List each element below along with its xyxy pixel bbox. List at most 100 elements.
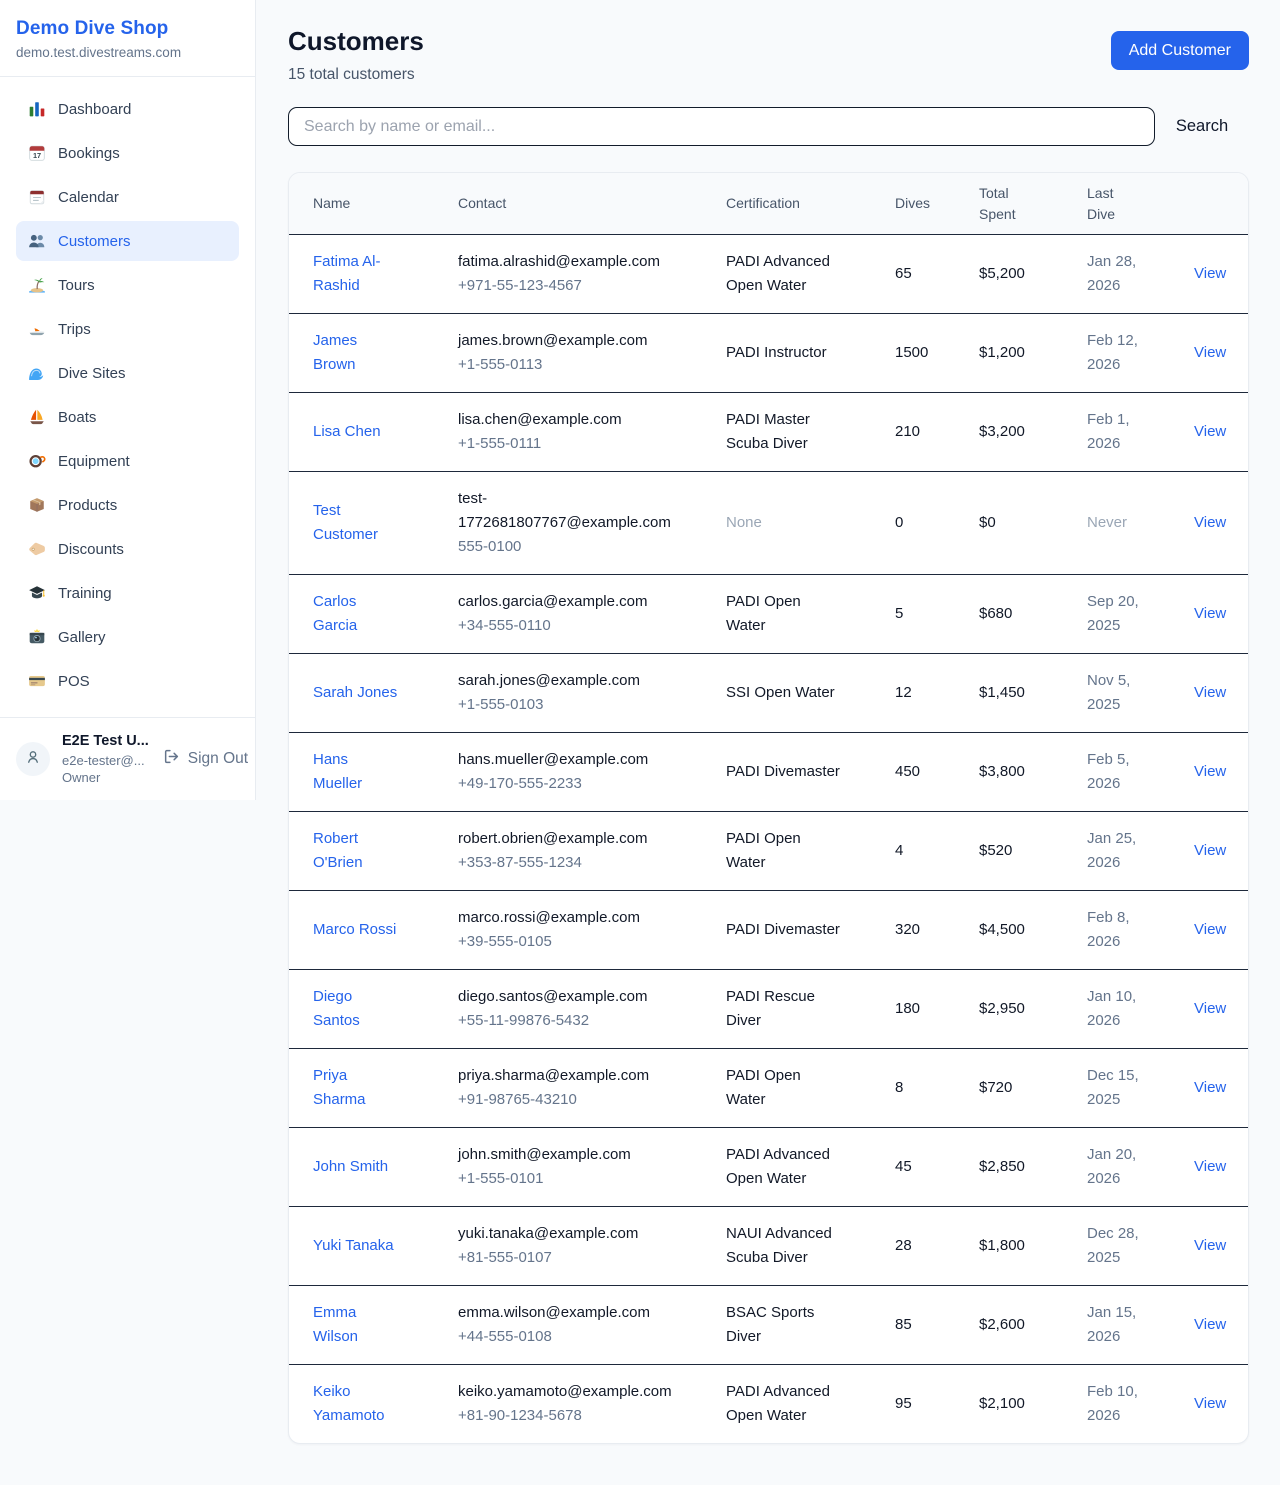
customer-dives: 1500: [895, 341, 979, 365]
add-customer-button[interactable]: Add Customer: [1111, 31, 1249, 70]
customer-name-link[interactable]: James Brown: [313, 329, 399, 377]
customer-total-spent: $3,200: [979, 420, 1087, 444]
customer-email: fatima.alrashid@example.com: [458, 250, 674, 274]
customer-phone: +49-170-555-2233: [458, 772, 726, 796]
customer-certification: PADI Advanced Open Water: [726, 250, 842, 298]
customer-total-spent: $520: [979, 839, 1087, 863]
table-row: Emma Wilson emma.wilson@example.com +44-…: [289, 1286, 1248, 1365]
speedboat-icon: [28, 320, 46, 338]
user-email: e2e-tester@...: [62, 752, 149, 770]
table-row: Priya Sharma priya.sharma@example.com +9…: [289, 1049, 1248, 1128]
customer-email: carlos.garcia@example.com: [458, 590, 674, 614]
customer-name-link[interactable]: Hans Mueller: [313, 748, 399, 796]
customer-name-link[interactable]: Diego Santos: [313, 985, 399, 1033]
view-customer-link[interactable]: View: [1194, 605, 1226, 622]
customer-dives: 210: [895, 420, 979, 444]
customer-name-link[interactable]: Marco Rossi: [313, 918, 396, 942]
sidebar-item-bookings[interactable]: 17 Bookings: [16, 133, 239, 173]
customer-name-link[interactable]: Sarah Jones: [313, 681, 397, 705]
customer-name-link[interactable]: Priya Sharma: [313, 1064, 399, 1112]
customer-dives: 5: [895, 602, 979, 626]
sidebar-item-training[interactable]: Training: [16, 573, 239, 613]
customer-name-link[interactable]: Fatima Al-Rashid: [313, 250, 399, 298]
customer-dives: 65: [895, 262, 979, 286]
view-customer-link[interactable]: View: [1194, 684, 1226, 701]
sidebar-item-dashboard[interactable]: Dashboard: [16, 89, 239, 129]
col-header-contact: Contact: [458, 193, 726, 214]
desert-island-icon: [28, 276, 46, 294]
sidebar-item-customers[interactable]: Customers: [16, 221, 239, 261]
view-customer-link[interactable]: View: [1194, 344, 1226, 361]
customer-last-dive: Nov 5, 2025: [1087, 669, 1147, 717]
customer-name-link[interactable]: Test Customer: [313, 499, 399, 547]
customer-dives: 0: [895, 511, 979, 535]
sign-out-button[interactable]: Sign Out: [163, 748, 248, 770]
sidebar-item-discounts[interactable]: Discounts: [16, 529, 239, 569]
customer-last-dive: Dec 28, 2025: [1087, 1222, 1147, 1270]
package-icon: [28, 496, 46, 514]
table-row: Test Customer test-1772681807767@example…: [289, 472, 1248, 575]
sidebar-item-boats[interactable]: Boats: [16, 397, 239, 437]
shop-domain: demo.test.divestreams.com: [16, 45, 239, 60]
view-customer-link[interactable]: View: [1194, 1237, 1226, 1254]
customer-name-link[interactable]: Yuki Tanaka: [313, 1234, 394, 1258]
customer-certification: NAUI Advanced Scuba Diver: [726, 1222, 842, 1270]
customer-total-spent: $4,500: [979, 918, 1087, 942]
view-customer-link[interactable]: View: [1194, 921, 1226, 938]
view-customer-link[interactable]: View: [1194, 1079, 1226, 1096]
search-button[interactable]: Search: [1155, 117, 1249, 136]
table-row: Marco Rossi marco.rossi@example.com +39-…: [289, 891, 1248, 970]
sidebar-item-gallery[interactable]: Gallery: [16, 617, 239, 657]
user-avatar: [16, 742, 50, 776]
view-customer-link[interactable]: View: [1194, 1395, 1226, 1412]
sidebar-item-calendar[interactable]: Calendar: [16, 177, 239, 217]
customer-certification: PADI Advanced Open Water: [726, 1143, 842, 1191]
sidebar-item-equipment[interactable]: Equipment: [16, 441, 239, 481]
view-customer-link[interactable]: View: [1194, 1316, 1226, 1333]
customer-total-spent: $2,850: [979, 1155, 1087, 1179]
view-customer-link[interactable]: View: [1194, 763, 1226, 780]
table-row: Sarah Jones sarah.jones@example.com +1-5…: [289, 654, 1248, 733]
svg-text:17: 17: [33, 151, 41, 160]
table-header-row: Name Contact Certification Dives Total S…: [289, 173, 1248, 235]
customer-name-link[interactable]: Carlos Garcia: [313, 590, 399, 638]
page-header: Customers 15 total customers Add Custome…: [288, 26, 1249, 84]
customer-last-dive: Feb 12, 2026: [1087, 329, 1147, 377]
sidebar: Demo Dive Shop demo.test.divestreams.com…: [0, 0, 256, 800]
customer-email: emma.wilson@example.com: [458, 1301, 674, 1325]
customer-name-link[interactable]: Robert O'Brien: [313, 827, 399, 875]
customer-name-link[interactable]: Emma Wilson: [313, 1301, 399, 1349]
view-customer-link[interactable]: View: [1194, 1158, 1226, 1175]
sidebar-item-pos[interactable]: POS: [16, 661, 239, 701]
customer-total-spent: $2,600: [979, 1313, 1087, 1337]
customer-name-link[interactable]: Lisa Chen: [313, 420, 381, 444]
customer-last-dive: Jan 15, 2026: [1087, 1301, 1147, 1349]
col-header-name: Name: [313, 193, 458, 214]
customer-email: yuki.tanaka@example.com: [458, 1222, 674, 1246]
customer-dives: 450: [895, 760, 979, 784]
sidebar-item-trips[interactable]: Trips: [16, 309, 239, 349]
customer-last-dive: Never: [1087, 511, 1127, 535]
customer-name-link[interactable]: Keiko Yamamoto: [313, 1380, 399, 1428]
customer-email: lisa.chen@example.com: [458, 408, 674, 432]
customer-last-dive: Feb 8, 2026: [1087, 906, 1147, 954]
view-customer-link[interactable]: View: [1194, 423, 1226, 440]
people-icon: [28, 232, 46, 250]
credit-card-icon: [28, 672, 46, 690]
customer-phone: +1-555-0101: [458, 1167, 726, 1191]
search-input[interactable]: [288, 107, 1155, 146]
sidebar-item-products[interactable]: Products: [16, 485, 239, 525]
customer-certification: PADI Master Scuba Diver: [726, 408, 842, 456]
table-row: Keiko Yamamoto keiko.yamamoto@example.co…: [289, 1365, 1248, 1443]
view-customer-link[interactable]: View: [1194, 842, 1226, 859]
sidebar-item-tours[interactable]: Tours: [16, 265, 239, 305]
table-row: Yuki Tanaka yuki.tanaka@example.com +81-…: [289, 1207, 1248, 1286]
view-customer-link[interactable]: View: [1194, 514, 1226, 531]
customer-name-link[interactable]: John Smith: [313, 1155, 388, 1179]
view-customer-link[interactable]: View: [1194, 1000, 1226, 1017]
customer-last-dive: Sep 20, 2025: [1087, 590, 1147, 638]
customer-phone: +1-555-0113: [458, 353, 726, 377]
view-customer-link[interactable]: View: [1194, 265, 1226, 282]
customer-last-dive: Dec 15, 2025: [1087, 1064, 1147, 1112]
sidebar-item-dive-sites[interactable]: Dive Sites: [16, 353, 239, 393]
